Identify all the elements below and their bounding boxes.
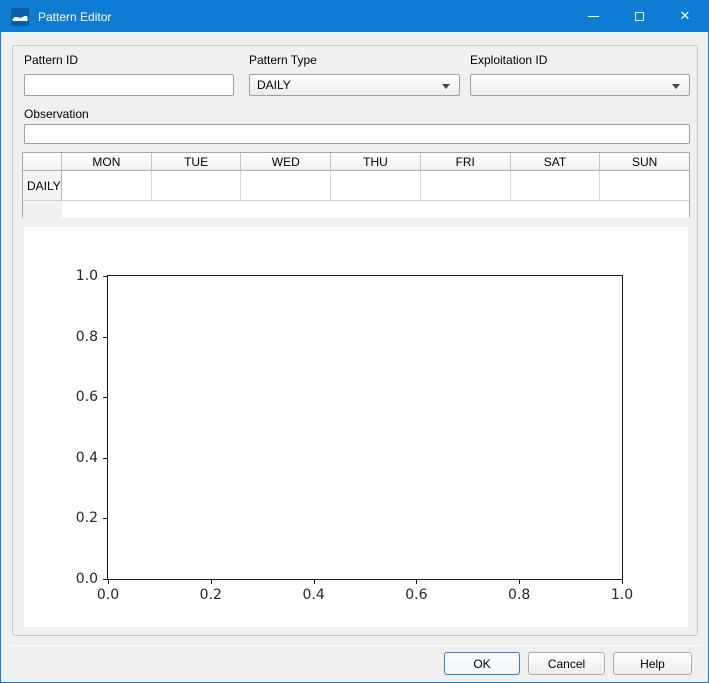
column-header-wed[interactable]: WED	[241, 153, 331, 171]
x-axis-tick-mark	[416, 580, 417, 584]
column-header-sat[interactable]: SAT	[511, 153, 601, 171]
x-axis-tick-label: 0.2	[200, 587, 222, 603]
x-axis-tick-mark	[519, 580, 520, 584]
table-corner-cell	[23, 153, 62, 171]
maximize-button[interactable]	[616, 1, 662, 32]
minimize-icon	[588, 16, 599, 17]
close-icon: ✕	[680, 10, 691, 23]
x-axis-tick-label: 1.0	[611, 587, 633, 603]
minimize-button[interactable]	[570, 1, 616, 32]
y-axis-tick-mark	[103, 579, 107, 580]
y-axis-tick-label: 0.6	[76, 389, 98, 405]
x-axis-tick-mark	[622, 580, 623, 584]
pattern-id-input[interactable]	[24, 74, 234, 96]
pattern-type-label: Pattern Type	[249, 53, 317, 67]
cell-daily-wed[interactable]	[241, 171, 331, 201]
pattern-type-combobox[interactable]: DAILY	[249, 74, 460, 96]
y-axis-tick-mark	[103, 458, 107, 459]
x-axis-tick-mark	[108, 580, 109, 584]
wave-pattern-icon	[11, 8, 29, 26]
cell-daily-thu[interactable]	[331, 171, 421, 201]
cell-daily-sun[interactable]	[600, 171, 689, 201]
cell-daily-mon[interactable]	[62, 171, 152, 201]
table-filler-header	[23, 201, 62, 218]
observation-input[interactable]	[24, 124, 690, 144]
pattern-type-value: DAILY	[257, 78, 291, 92]
chevron-down-icon	[672, 84, 680, 89]
week-table: MON TUE WED THU FRI SAT SUN DAILY	[22, 152, 690, 218]
ok-button[interactable]: OK	[444, 652, 520, 675]
y-axis-tick-mark	[103, 518, 107, 519]
column-header-mon[interactable]: MON	[62, 153, 152, 171]
chart-canvas: 0.0 0.2 0.4 0.6 0.8 1.0 0.0 0.2 0.4 0.6 0.8 1.0	[24, 227, 688, 627]
y-axis-tick-label: 0.0	[76, 571, 98, 587]
window-controls: ✕	[570, 1, 708, 32]
titlebar[interactable]: Pattern Editor ✕	[1, 1, 708, 32]
cell-daily-sat[interactable]	[511, 171, 601, 201]
help-button[interactable]: Help	[613, 652, 692, 675]
x-axis-tick-mark	[314, 580, 315, 584]
y-axis-tick-label: 1.0	[76, 268, 98, 284]
pattern-editor-dialog: Pattern Editor ✕ Pattern ID Pattern Type…	[0, 0, 709, 683]
window-title: Pattern Editor	[38, 10, 111, 24]
x-axis-tick-mark	[211, 580, 212, 584]
y-axis-tick-mark	[103, 276, 107, 277]
close-button[interactable]: ✕	[662, 1, 708, 32]
exploitation-id-combobox[interactable]	[470, 74, 690, 96]
table-header-row: MON TUE WED THU FRI SAT SUN	[23, 153, 689, 171]
footer-separator	[9, 645, 701, 646]
pattern-id-label: Pattern ID	[24, 53, 78, 67]
row-header-daily[interactable]: DAILY	[23, 171, 62, 201]
maximize-icon	[635, 12, 644, 21]
chart-axes: 0.00.20.40.60.81.00.00.20.40.60.81.0	[107, 275, 623, 580]
cell-daily-fri[interactable]	[421, 171, 511, 201]
table-row-daily: DAILY	[23, 171, 689, 201]
column-header-fri[interactable]: FRI	[421, 153, 511, 171]
x-axis-tick-label: 0.8	[508, 587, 530, 603]
editor-panel: Pattern ID Pattern Type Exploitation ID …	[12, 45, 698, 636]
y-axis-tick-mark	[103, 337, 107, 338]
exploitation-id-label: Exploitation ID	[470, 53, 547, 67]
y-axis-tick-label: 0.8	[76, 329, 98, 345]
cancel-button[interactable]: Cancel	[528, 652, 605, 675]
chevron-down-icon	[442, 84, 450, 89]
column-header-thu[interactable]: THU	[331, 153, 421, 171]
y-axis-tick-label: 0.2	[76, 510, 98, 526]
x-axis-tick-label: 0.0	[97, 587, 119, 603]
observation-label: Observation	[24, 107, 89, 121]
column-header-sun[interactable]: SUN	[600, 153, 689, 171]
x-axis-tick-label: 0.6	[405, 587, 427, 603]
y-axis-tick-label: 0.4	[76, 450, 98, 466]
y-axis-tick-mark	[103, 397, 107, 398]
table-filler-viewport	[62, 201, 689, 218]
table-filler-row	[23, 201, 689, 218]
column-header-tue[interactable]: TUE	[152, 153, 242, 171]
x-axis-tick-label: 0.4	[302, 587, 324, 603]
cell-daily-tue[interactable]	[152, 171, 242, 201]
